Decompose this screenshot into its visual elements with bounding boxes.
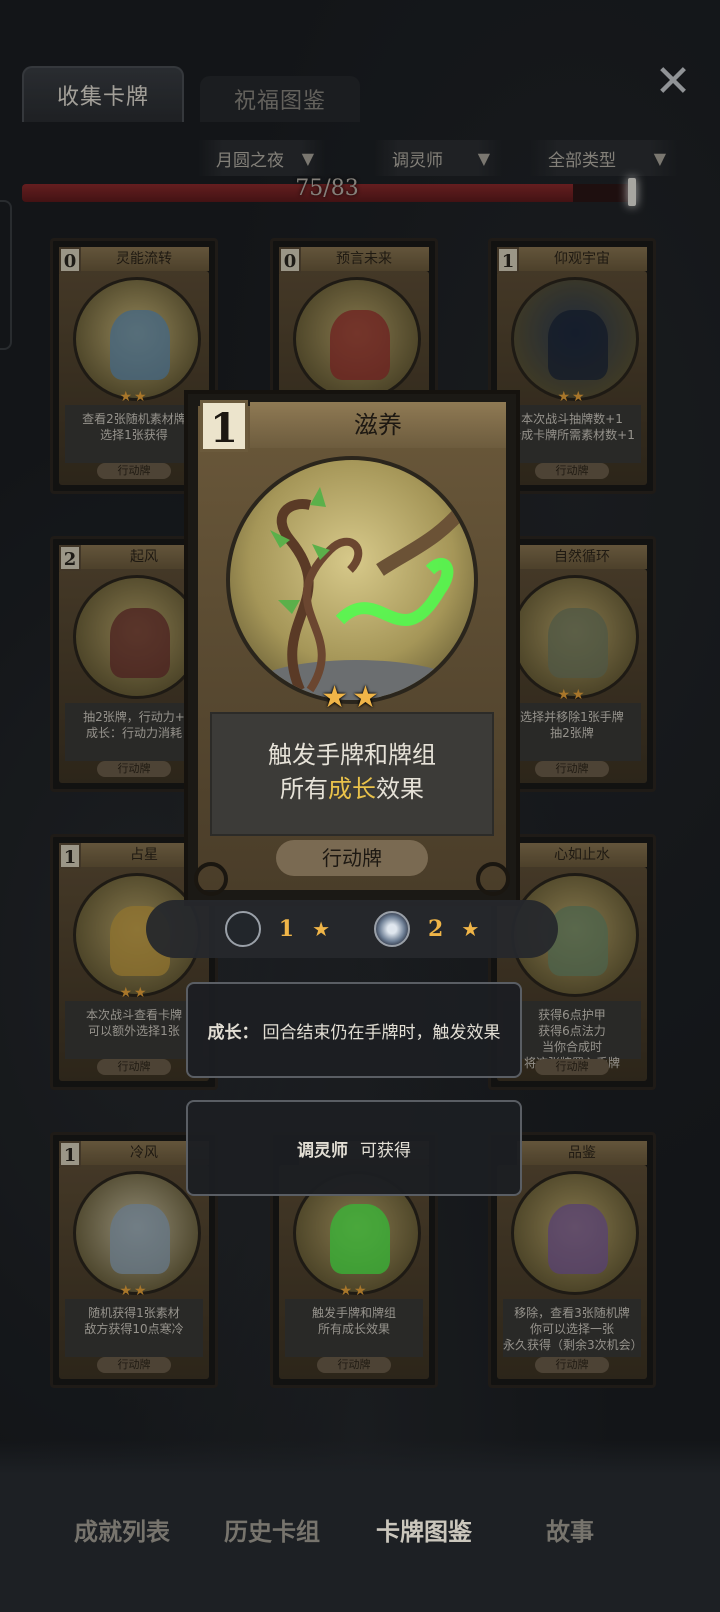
keyword-growth[interactable]: 成长 [328,775,376,803]
card-detail-cost: 1 [200,400,248,452]
upgrade-level-selector: 1 ★ 2 ★ [146,900,558,958]
source-text: 可获得 [360,1140,411,1161]
card-detail-title: 滋养 [250,402,506,448]
desc-line-2-pre: 所有 [280,775,328,803]
nav-achievements[interactable]: 成就列表 [74,1512,170,1552]
desc-line-1: 触发手牌和牌组 [268,741,436,769]
star-icon: ★ [312,917,330,941]
level-2-number: 2 [428,916,444,942]
source-info: 调灵师 可获得 [186,1100,522,1196]
desc-line-2: 所有成长效果 [212,772,492,806]
card-detail-type: 行动牌 [276,840,428,876]
card-detail-art [226,456,478,704]
keyword-tooltip-text: 回合结束仍在手牌时，触发效果 [262,1022,501,1043]
corner-ornament [194,862,228,896]
nav-card-codex[interactable]: 卡牌图鉴 [376,1512,472,1552]
card-detail: 滋养 1 ★★ 触发手牌和牌组 所有成长效果 行动牌 [184,390,520,906]
card-detail-description: 触发手牌和牌组 所有成长效果 [210,712,494,836]
level-2-orb-icon[interactable] [374,911,410,947]
keyword-tooltip-label: 成长： [207,1022,259,1043]
corner-ornament [476,862,510,896]
nav-story[interactable]: 故事 [546,1512,594,1552]
level-1-orb-icon[interactable] [224,911,261,947]
nav-history-decks[interactable]: 历史卡组 [224,1512,320,1552]
star-icon: ★ [461,917,480,941]
nourish-vine-illustration [246,487,474,700]
desc-line-2-post: 效果 [376,775,424,803]
level-1-number: 1 [278,916,295,942]
keyword-tooltip: 成长： 回合结束仍在手牌时，触发效果 [186,982,522,1078]
card-detail-stars: ★★ [321,680,383,715]
source-class: 调灵师 [297,1140,348,1161]
